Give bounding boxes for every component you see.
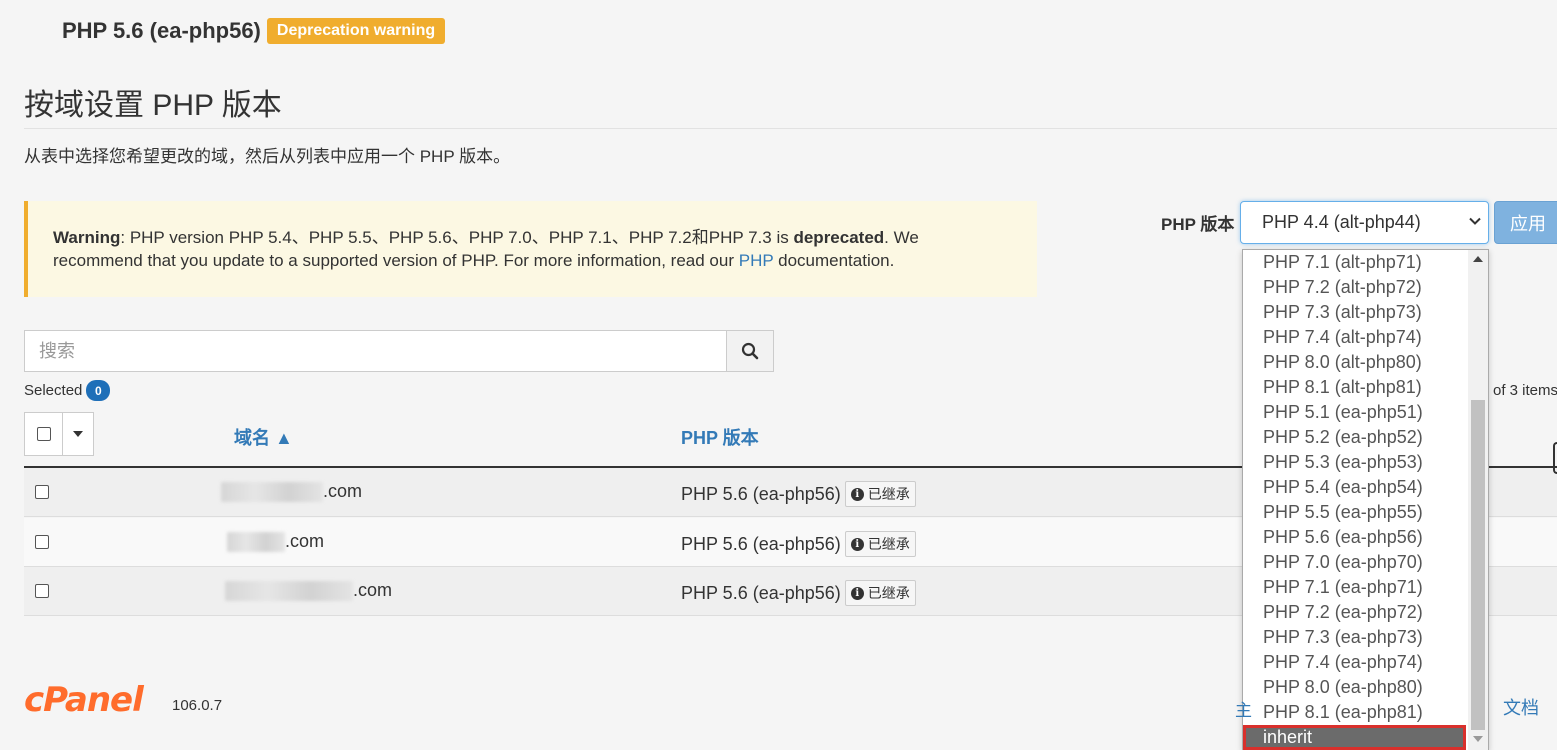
domain-suffix: .com xyxy=(285,531,325,551)
info-icon: i xyxy=(850,586,864,600)
current-php-label: PHP 5.6 (ea-php56) xyxy=(62,18,261,43)
caret-down-icon xyxy=(73,431,83,437)
php-option[interactable]: PHP 8.1 (alt-php81) xyxy=(1243,375,1488,400)
page-title: 按域设置 PHP 版本 xyxy=(24,89,282,122)
page-description: 从表中选择您希望更改的域，然后从列表中应用一个 PHP 版本。 xyxy=(24,147,511,166)
php-option[interactable]: PHP 7.4 (ea-php74) xyxy=(1243,650,1488,675)
alert-text-1: : PHP version PHP 5.4、PHP 5.5、PHP 5.6、PH… xyxy=(120,228,794,247)
php-version-text: PHP 5.6 (ea-php56) xyxy=(681,582,841,603)
php-option[interactable]: PHP 8.0 (alt-php80) xyxy=(1243,350,1488,375)
php-option[interactable]: PHP 7.4 (alt-php74) xyxy=(1243,325,1488,350)
php-option[interactable]: PHP 7.3 (alt-php73) xyxy=(1243,300,1488,325)
row-checkbox[interactable] xyxy=(35,535,49,549)
search-bar xyxy=(24,330,774,372)
domain-suffix: .com xyxy=(353,580,393,600)
search-input[interactable] xyxy=(24,330,726,372)
row-checkbox[interactable] xyxy=(35,485,49,499)
deprecation-badge: Deprecation warning xyxy=(266,18,446,44)
redacted-domain xyxy=(225,581,353,602)
php-version-text: PHP 5.6 (ea-php56) xyxy=(681,483,841,504)
php-option[interactable]: PHP 7.1 (alt-php71) xyxy=(1243,250,1488,275)
domain-cell: .com xyxy=(227,531,325,553)
domain-cell: .com xyxy=(225,580,393,602)
inherited-badge: i 已继承 xyxy=(844,580,916,606)
php-option[interactable]: PHP 5.3 (ea-php53) xyxy=(1243,450,1488,475)
php-version-dropdown-list: PHP 7.1 (alt-php71) PHP 7.2 (alt-php72) … xyxy=(1242,249,1489,750)
php-option[interactable]: PHP 5.5 (ea-php55) xyxy=(1243,500,1488,525)
php-option[interactable]: PHP 8.1 (ea-php81) xyxy=(1243,700,1488,725)
cpanel-logo[interactable]: cPanel xyxy=(24,680,144,720)
scroll-up-icon[interactable] xyxy=(1473,256,1483,262)
footer-home-link-partial[interactable]: 主 xyxy=(1235,696,1252,721)
settings-toggle-partial[interactable] xyxy=(1553,442,1557,474)
php-option[interactable]: PHP 7.2 (alt-php72) xyxy=(1243,275,1488,300)
select-all-checkbox[interactable] xyxy=(24,412,63,456)
alert-deprecated: deprecated xyxy=(793,228,885,247)
select-options-dropdown[interactable] xyxy=(63,412,94,456)
php-option[interactable]: PHP 7.3 (ea-php73) xyxy=(1243,625,1488,650)
title-divider xyxy=(24,128,1557,129)
redacted-domain xyxy=(221,482,323,503)
php-option[interactable]: PHP 7.0 (ea-php70) xyxy=(1243,550,1488,575)
php-version-cell: PHP 5.6 (ea-php56) i 已继承 xyxy=(681,481,916,507)
dropdown-scrollbar[interactable] xyxy=(1468,250,1488,750)
chevron-down-icon xyxy=(1469,217,1481,225)
row-checkbox[interactable] xyxy=(35,584,49,598)
column-header-php-version[interactable]: PHP 版本 xyxy=(681,424,759,450)
inherited-label: 已继承 xyxy=(867,486,910,502)
inherited-badge: i 已继承 xyxy=(844,531,916,557)
scrollbar-thumb[interactable] xyxy=(1471,400,1485,730)
php-docs-link[interactable]: PHP xyxy=(739,251,774,270)
selected-label: Selected xyxy=(24,382,83,399)
alert-title: Warning xyxy=(53,228,121,247)
redacted-domain xyxy=(227,532,285,553)
php-option[interactable]: PHP 7.2 (ea-php72) xyxy=(1243,600,1488,625)
bulk-select xyxy=(24,412,94,456)
selected-count-badge: 0 xyxy=(86,380,111,401)
search-button[interactable] xyxy=(726,330,774,372)
inherited-badge: i 已继承 xyxy=(844,481,916,507)
php-option-inherit[interactable]: inherit xyxy=(1243,725,1466,750)
column-header-domain[interactable]: 域名 ▲ xyxy=(234,424,293,450)
domain-cell: .com xyxy=(221,481,363,503)
deprecation-alert: Warning: PHP version PHP 5.4、PHP 5.5、PHP… xyxy=(24,201,1037,297)
alert-text-3: documentation. xyxy=(773,251,895,270)
inherited-label: 已继承 xyxy=(867,585,910,601)
php-version-cell: PHP 5.6 (ea-php56) i 已继承 xyxy=(681,531,916,557)
apply-button[interactable]: 应用 xyxy=(1494,201,1557,244)
search-icon xyxy=(741,342,759,360)
php-option[interactable]: PHP 7.1 (ea-php71) xyxy=(1243,575,1488,600)
pagination-summary: of 3 items xyxy=(1493,382,1557,399)
footer-docs-link[interactable]: 文档 xyxy=(1503,694,1539,720)
inherited-label: 已继承 xyxy=(867,536,910,552)
scroll-down-icon[interactable] xyxy=(1473,736,1483,742)
php-version-text: PHP 5.6 (ea-php56) xyxy=(681,533,841,554)
php-version-label: PHP 版本 xyxy=(1161,215,1235,234)
selected-count: Selected 0 xyxy=(24,380,111,401)
info-icon: i xyxy=(850,487,864,501)
php-option[interactable]: PHP 5.1 (ea-php51) xyxy=(1243,400,1488,425)
php-option[interactable]: PHP 5.4 (ea-php54) xyxy=(1243,475,1488,500)
php-version-select[interactable]: PHP 4.4 (alt-php44) xyxy=(1240,201,1489,244)
php-option[interactable]: PHP 5.2 (ea-php52) xyxy=(1243,425,1488,450)
php-option[interactable]: PHP 8.0 (ea-php80) xyxy=(1243,675,1488,700)
php-option[interactable]: PHP 5.6 (ea-php56) xyxy=(1243,525,1488,550)
info-icon: i xyxy=(850,537,864,551)
php-version-selected: PHP 4.4 (alt-php44) xyxy=(1262,212,1421,232)
checkbox-box xyxy=(36,427,51,441)
php-version-cell: PHP 5.6 (ea-php56) i 已继承 xyxy=(681,580,916,606)
current-php-version: PHP 5.6 (ea-php56) Deprecation warning xyxy=(62,18,446,44)
cpanel-version: 106.0.7 xyxy=(172,697,223,714)
domain-suffix: .com xyxy=(323,481,363,501)
